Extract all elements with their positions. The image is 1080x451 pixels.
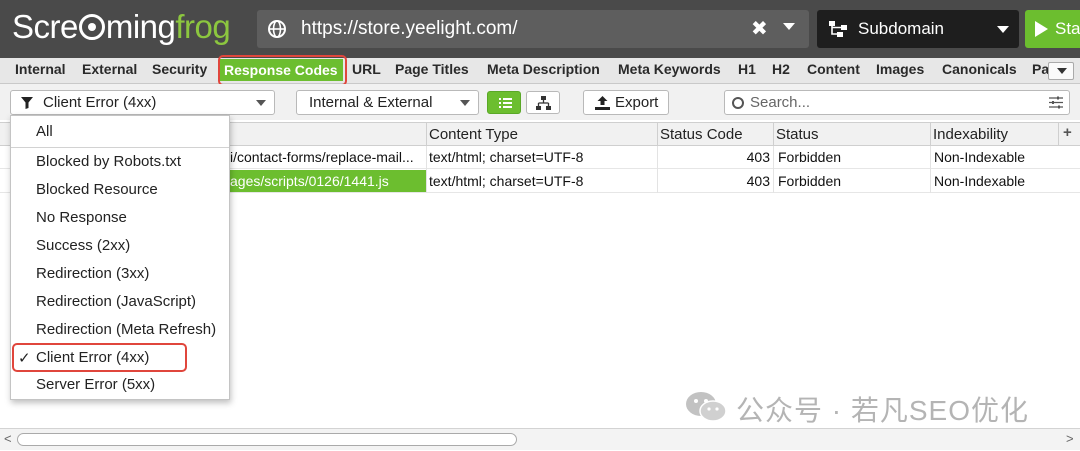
wechat-icon xyxy=(686,392,727,422)
column-divider xyxy=(426,123,427,146)
logo-text-mid: ming xyxy=(105,8,176,45)
list-view-button[interactable] xyxy=(487,91,521,114)
tab-h2[interactable]: H2 xyxy=(772,61,790,77)
tab-canonicals[interactable]: Canonicals xyxy=(942,61,1017,77)
column-divider xyxy=(773,123,774,146)
chevron-down-icon xyxy=(997,26,1009,33)
column-divider xyxy=(657,146,658,193)
start-button[interactable]: Sta xyxy=(1025,10,1080,48)
clear-url-icon[interactable]: ✖ xyxy=(751,16,768,41)
upload-icon xyxy=(595,96,610,110)
indexability-cell: Non-Indexable xyxy=(934,173,1026,189)
crawl-mode-label: Subdomain xyxy=(858,19,945,38)
menu-item-all[interactable]: All xyxy=(36,123,53,140)
tab-external[interactable]: External xyxy=(82,61,137,77)
tab-meta-keywords[interactable]: Meta Keywords xyxy=(618,61,721,77)
tab-url[interactable]: URL xyxy=(352,61,381,77)
horizontal-scrollbar[interactable]: < > xyxy=(0,428,1080,450)
logo-text-frog: frog xyxy=(175,8,231,45)
tab-pagination[interactable]: Pa xyxy=(1032,61,1049,77)
list-icon xyxy=(499,98,512,108)
add-column-icon[interactable]: + xyxy=(1063,124,1072,141)
start-button-label: Sta xyxy=(1055,19,1080,38)
watermark: 公众号 · 若凡SEO优化 xyxy=(684,386,1054,426)
chevron-down-icon xyxy=(460,100,470,106)
status-cell: Forbidden xyxy=(778,173,842,189)
menu-item-no-response[interactable]: No Response xyxy=(36,209,127,226)
frog-head-icon xyxy=(78,14,105,40)
tab-images[interactable]: Images xyxy=(876,61,924,77)
menu-item-blocked-by-robots[interactable]: Blocked by Robots.txt xyxy=(36,153,181,170)
scrollbar-thumb[interactable] xyxy=(17,433,517,446)
tab-content[interactable]: Content xyxy=(807,61,860,77)
app-logo: Scre mingfrog xyxy=(12,8,231,46)
more-tabs-dropdown[interactable] xyxy=(1048,62,1074,80)
menu-item-redirection-3xx[interactable]: Redirection (3xx) xyxy=(36,265,149,282)
export-button-label: Export xyxy=(615,94,659,111)
url-text: https://store.yeelight.com/ xyxy=(301,18,518,39)
scope-filter-select[interactable]: Internal & External xyxy=(296,90,479,115)
address-cell: i/contact-forms/replace-mail... xyxy=(230,149,414,165)
tab-meta-description[interactable]: Meta Description xyxy=(487,61,600,77)
globe-icon xyxy=(268,20,286,38)
status-filter-value: Client Error (4xx) xyxy=(43,94,157,111)
column-header-status-code[interactable]: Status Code xyxy=(660,126,743,143)
column-divider xyxy=(657,123,658,146)
column-divider xyxy=(1058,123,1059,146)
search-placeholder: Search... xyxy=(750,94,811,111)
tab-page-titles[interactable]: Page Titles xyxy=(395,61,469,77)
search-input[interactable]: Search... xyxy=(724,90,1070,115)
content-type-cell: text/html; charset=UTF-8 xyxy=(429,173,584,189)
content-type-cell: text/html; charset=UTF-8 xyxy=(429,149,584,165)
url-history-dropdown-icon[interactable] xyxy=(783,23,795,30)
status-code-cell: 403 xyxy=(746,149,770,165)
sitemap-tree-icon xyxy=(829,21,847,37)
tab-bar: Internal External Security Response Code… xyxy=(0,58,1080,84)
menu-item-server-error-5xx[interactable]: Server Error (5xx) xyxy=(36,376,155,393)
play-icon xyxy=(1035,21,1048,37)
menu-divider xyxy=(11,147,229,148)
url-input[interactable]: https://store.yeelight.com/ ✖ xyxy=(257,10,809,48)
status-filter-select[interactable]: Client Error (4xx) xyxy=(10,90,275,115)
column-divider xyxy=(773,146,774,193)
client-error-annotation xyxy=(12,343,187,372)
top-toolbar: Scre mingfrog https://store.yeelight.com/… xyxy=(0,0,1080,58)
indexability-cell: Non-Indexable xyxy=(934,149,1026,165)
watermark-text: 公众号 · 若凡SEO优化 xyxy=(736,395,1030,426)
column-divider xyxy=(930,123,931,146)
menu-item-redirection-javascript[interactable]: Redirection (JavaScript) xyxy=(36,293,196,310)
status-code-cell: 403 xyxy=(746,173,770,189)
column-header-content-type[interactable]: Content Type xyxy=(429,126,518,143)
column-divider xyxy=(930,146,931,193)
menu-item-success-2xx[interactable]: Success (2xx) xyxy=(36,237,130,254)
chevron-down-icon xyxy=(256,100,266,106)
status-cell: Forbidden xyxy=(778,149,842,165)
scope-filter-value: Internal & External xyxy=(309,94,433,111)
crawl-mode-select[interactable]: Subdomain xyxy=(817,10,1019,48)
tab-internal[interactable]: Internal xyxy=(15,61,66,77)
address-cell: ages/scripts/0126/1441.js xyxy=(230,173,389,189)
tab-h1[interactable]: H1 xyxy=(738,61,756,77)
logo-text-start: Scre xyxy=(12,8,78,45)
column-header-indexability[interactable]: Indexability xyxy=(933,126,1008,143)
export-button[interactable]: Export xyxy=(583,90,669,115)
column-header-status[interactable]: Status xyxy=(776,126,819,143)
menu-item-redirection-meta-refresh[interactable]: Redirection (Meta Refresh) xyxy=(36,321,216,338)
column-divider xyxy=(426,146,427,193)
hierarchy-icon xyxy=(536,96,551,110)
tree-view-button[interactable] xyxy=(526,91,560,114)
menu-item-blocked-resource[interactable]: Blocked Resource xyxy=(36,181,158,198)
scroll-right-icon[interactable]: > xyxy=(1066,431,1074,446)
search-icon xyxy=(732,97,744,109)
funnel-icon xyxy=(21,97,33,109)
response-codes-tab-annotation xyxy=(218,55,347,86)
tab-security[interactable]: Security xyxy=(152,61,207,77)
scroll-left-icon[interactable]: < xyxy=(4,431,12,446)
search-options-icon[interactable] xyxy=(1049,96,1063,109)
